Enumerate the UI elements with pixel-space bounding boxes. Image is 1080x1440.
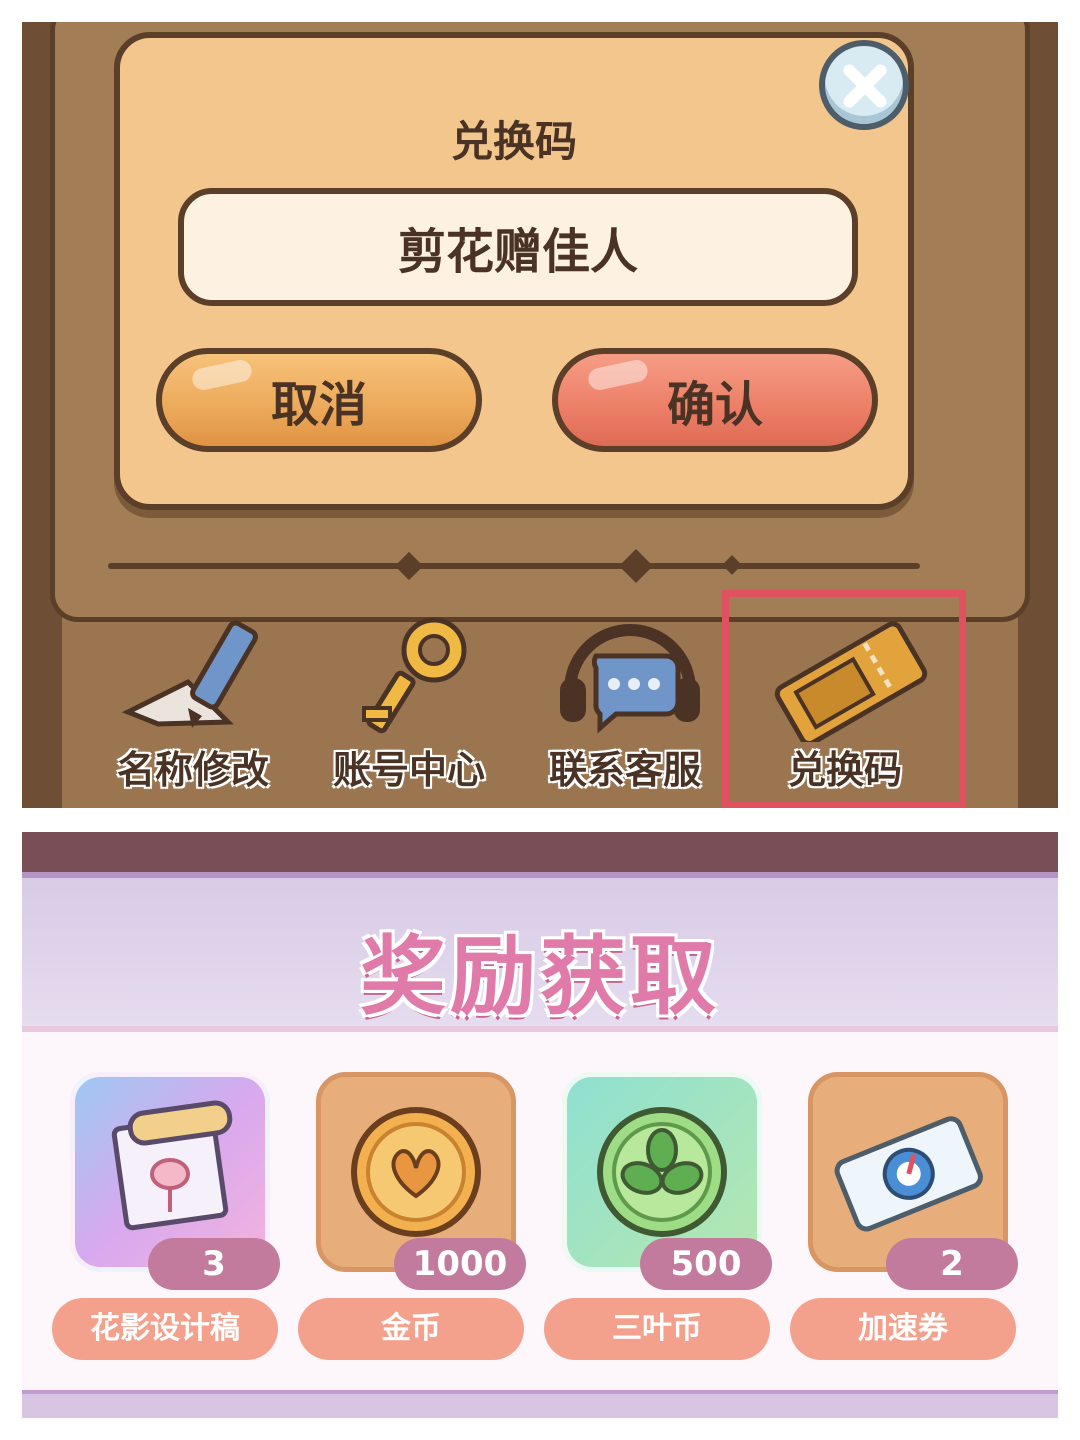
pencil-icon <box>121 620 258 728</box>
reward-item: 1000 金币 <box>298 1072 526 1362</box>
dialog-title: 兑换码 <box>450 117 577 166</box>
highlight-box <box>722 590 966 808</box>
button-gloss <box>190 358 254 392</box>
speed-ticket-icon <box>834 1116 983 1232</box>
reward-count: 500 <box>640 1238 772 1290</box>
clover-coin-icon <box>597 1107 727 1237</box>
button-gloss <box>586 358 650 392</box>
reward-count: 3 <box>148 1238 280 1290</box>
reward-name: 三叶币 <box>544 1298 770 1360</box>
menu-item-label: 联系客服 <box>548 748 701 792</box>
reward-name: 金币 <box>298 1298 524 1360</box>
reward-name: 加速券 <box>790 1298 1016 1360</box>
rewards-header: 奖励获取 <box>22 872 1058 1032</box>
headset-icon <box>560 624 700 734</box>
confirm-button[interactable]: 确认 <box>552 348 878 452</box>
menu-item-customer-service[interactable]: 联系客服 <box>530 612 720 802</box>
cancel-button-label: 取消 <box>270 377 367 433</box>
menu-item-label: 账号中心 <box>332 748 485 792</box>
menu-item-label: 名称修改 <box>116 748 269 792</box>
menu-item-rename[interactable]: 名称修改 <box>98 612 288 802</box>
key-icon <box>362 617 467 734</box>
divider <box>108 563 920 569</box>
redeem-code-input[interactable]: 剪花赠佳人 <box>178 188 858 306</box>
close-icon[interactable] <box>819 40 909 130</box>
redeem-code-dialog: 兑换码 剪花赠佳人 取消 确认 <box>114 32 914 510</box>
reward-item: 500 三叶币 <box>544 1072 772 1362</box>
settings-panel: 兑换码 剪花赠佳人 取消 确认 名称修改 账号中心 联系客服 兑换码 <box>22 22 1058 808</box>
rewards-top-strip <box>22 832 1058 872</box>
menu-item-account-center[interactable]: 账号中心 <box>314 612 504 802</box>
reward-count: 2 <box>886 1238 1018 1290</box>
reward-name: 花影设计稿 <box>52 1298 278 1360</box>
confirm-button-label: 确认 <box>666 377 763 433</box>
gold-coin-icon <box>351 1107 481 1237</box>
rewards-panel: 奖励获取 3 花影设计稿 1000 金币 500 三叶币 2 加速券 <box>22 832 1058 1418</box>
reward-count: 1000 <box>394 1238 526 1290</box>
design-scroll-icon <box>111 1100 233 1231</box>
rewards-bottom-strip <box>22 1390 1058 1418</box>
reward-item: 2 加速券 <box>790 1072 1018 1362</box>
reward-item: 3 花影设计稿 <box>52 1072 280 1362</box>
rewards-title: 奖励获取 <box>360 927 720 1027</box>
cancel-button[interactable]: 取消 <box>156 348 482 452</box>
